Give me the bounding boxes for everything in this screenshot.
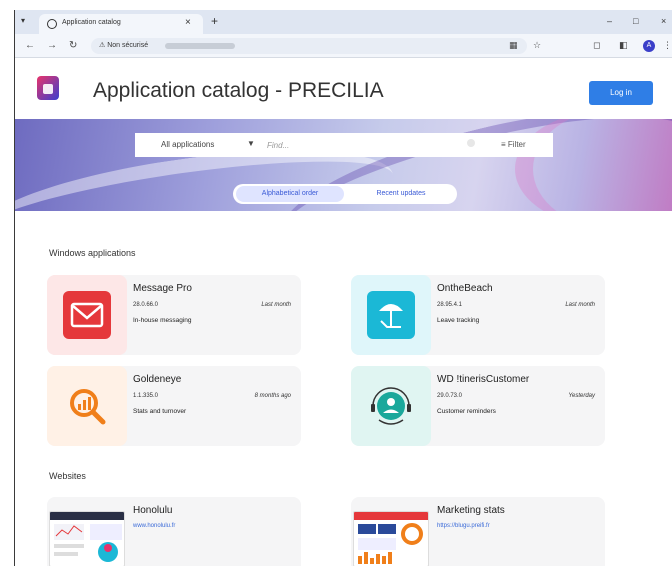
chevron-down-icon[interactable]: ▾ bbox=[21, 16, 33, 28]
app-description: Leave tracking bbox=[437, 317, 480, 324]
login-button[interactable]: Log in bbox=[589, 81, 653, 105]
website-card-marketing-stats[interactable]: Marketing stats https://blugu.preifi.fr bbox=[351, 497, 605, 566]
app-icon-bg bbox=[351, 366, 431, 446]
app-updated: Yesterday bbox=[568, 393, 595, 399]
app-name: Goldeneye bbox=[133, 374, 182, 385]
catalog-page: Application catalog - PRECILIA Log in Al… bbox=[15, 59, 672, 566]
beach-umbrella-icon bbox=[367, 291, 415, 339]
envelope-icon bbox=[63, 291, 111, 339]
bookmark-star-icon[interactable]: ☆ bbox=[533, 40, 541, 51]
app-card-onthebeach[interactable]: OntheBeach 28.95.4.1 Last month Leave tr… bbox=[351, 275, 605, 355]
minimize-button[interactable]: – bbox=[607, 16, 612, 26]
app-updated: Last month bbox=[565, 302, 595, 308]
filter-label: Filter bbox=[507, 140, 526, 149]
app-updated: 8 months ago bbox=[254, 393, 291, 399]
url-text bbox=[165, 43, 235, 49]
app-icon-bg bbox=[351, 275, 431, 355]
app-description: In-house messaging bbox=[133, 317, 192, 324]
website-link[interactable]: www.honolulu.fr bbox=[133, 523, 175, 529]
clear-search-icon[interactable] bbox=[467, 139, 475, 147]
app-version: 28.95.4.1 bbox=[437, 302, 463, 308]
tab-recent-updates[interactable]: Recent updates bbox=[351, 186, 451, 202]
sort-toggle: Alphabetical order Recent updates bbox=[233, 184, 457, 204]
app-name: Message Pro bbox=[133, 283, 192, 294]
forward-icon[interactable]: → bbox=[47, 40, 57, 51]
app-icon-bg bbox=[47, 275, 127, 355]
dropdown-arrow-icon[interactable]: ▼ bbox=[247, 139, 255, 148]
tab-title: Application catalog bbox=[62, 19, 121, 26]
menu-dots-icon[interactable]: ⋮ bbox=[663, 40, 672, 51]
app-description: Stats and turnover bbox=[133, 408, 187, 415]
back-icon[interactable]: ← bbox=[25, 40, 35, 51]
translate-icon[interactable]: ▦ bbox=[509, 40, 518, 51]
website-thumbnail bbox=[353, 511, 429, 566]
app-card-goldeneye[interactable]: Goldeneye 1.1.335.0 8 months ago Stats a… bbox=[47, 366, 301, 446]
tab-close-button[interactable]: × bbox=[185, 17, 191, 28]
sidepanel-icon[interactable]: ◧ bbox=[619, 40, 628, 51]
logo-inner bbox=[43, 84, 53, 94]
app-card-itineris-customer[interactable]: WD !tinerisCustomer 29.0.73.0 Yesterday … bbox=[351, 366, 605, 446]
reload-icon[interactable]: ↻ bbox=[69, 40, 77, 51]
security-label: Non sécurisé bbox=[107, 42, 149, 49]
new-tab-button[interactable]: + bbox=[211, 14, 218, 28]
app-description: Customer reminders bbox=[437, 408, 496, 415]
website-link[interactable]: https://blugu.preifi.fr bbox=[437, 523, 490, 529]
search-input[interactable] bbox=[267, 137, 457, 153]
scope-select[interactable]: All applications bbox=[161, 140, 214, 149]
profile-avatar[interactable]: A bbox=[643, 40, 655, 52]
browser-window: ▾ Application catalog × + – □ × ← → ↻ ⚠ … bbox=[14, 10, 672, 566]
app-name: WD !tinerisCustomer bbox=[437, 374, 530, 385]
security-warning[interactable]: ⚠ Non sécurisé bbox=[99, 41, 148, 49]
app-version: 29.0.73.0 bbox=[437, 393, 463, 399]
globe-icon bbox=[47, 19, 57, 29]
app-updated: Last month bbox=[261, 302, 291, 308]
website-thumbnail bbox=[49, 511, 125, 566]
search-bar: All applications ▼ ≡ Filter bbox=[135, 133, 553, 157]
app-version: 28.0.66.0 bbox=[133, 302, 159, 308]
maximize-button[interactable]: □ bbox=[633, 16, 638, 26]
page-title: Application catalog - PRECILIA bbox=[93, 79, 384, 102]
tab-strip: ▾ Application catalog × + – □ × bbox=[15, 10, 672, 34]
section-title-windows: Windows applications bbox=[49, 248, 136, 258]
close-window-button[interactable]: × bbox=[661, 16, 666, 26]
website-card-honolulu[interactable]: Honolulu www.honolulu.fr bbox=[47, 497, 301, 566]
app-icon-bg bbox=[47, 366, 127, 446]
magnifier-chart-icon bbox=[63, 382, 111, 430]
extensions-icon[interactable]: ◻ bbox=[593, 40, 600, 51]
filter-button[interactable]: ≡ Filter bbox=[501, 140, 526, 149]
shopping-bag-logo-icon bbox=[37, 76, 59, 100]
app-version: 1.1.335.0 bbox=[133, 393, 159, 399]
app-card-message-pro[interactable]: Message Pro 28.0.66.0 Last month In-hous… bbox=[47, 275, 301, 355]
website-name: Marketing stats bbox=[437, 505, 505, 516]
page-header: Application catalog - PRECILIA Log in bbox=[15, 59, 672, 119]
address-bar[interactable]: ⚠ Non sécurisé ▦ ☆ bbox=[91, 38, 541, 54]
browser-toolbar: ← → ↻ ⚠ Non sécurisé ▦ ☆ ◻ ◧ A ⋮ bbox=[15, 34, 672, 58]
tab-alphabetical[interactable]: Alphabetical order bbox=[236, 186, 344, 202]
headset-user-icon bbox=[367, 382, 415, 430]
website-name: Honolulu bbox=[133, 505, 173, 516]
browser-tab[interactable]: Application catalog × bbox=[39, 14, 203, 34]
app-name: OntheBeach bbox=[437, 283, 493, 294]
section-title-websites: Websites bbox=[49, 471, 86, 481]
